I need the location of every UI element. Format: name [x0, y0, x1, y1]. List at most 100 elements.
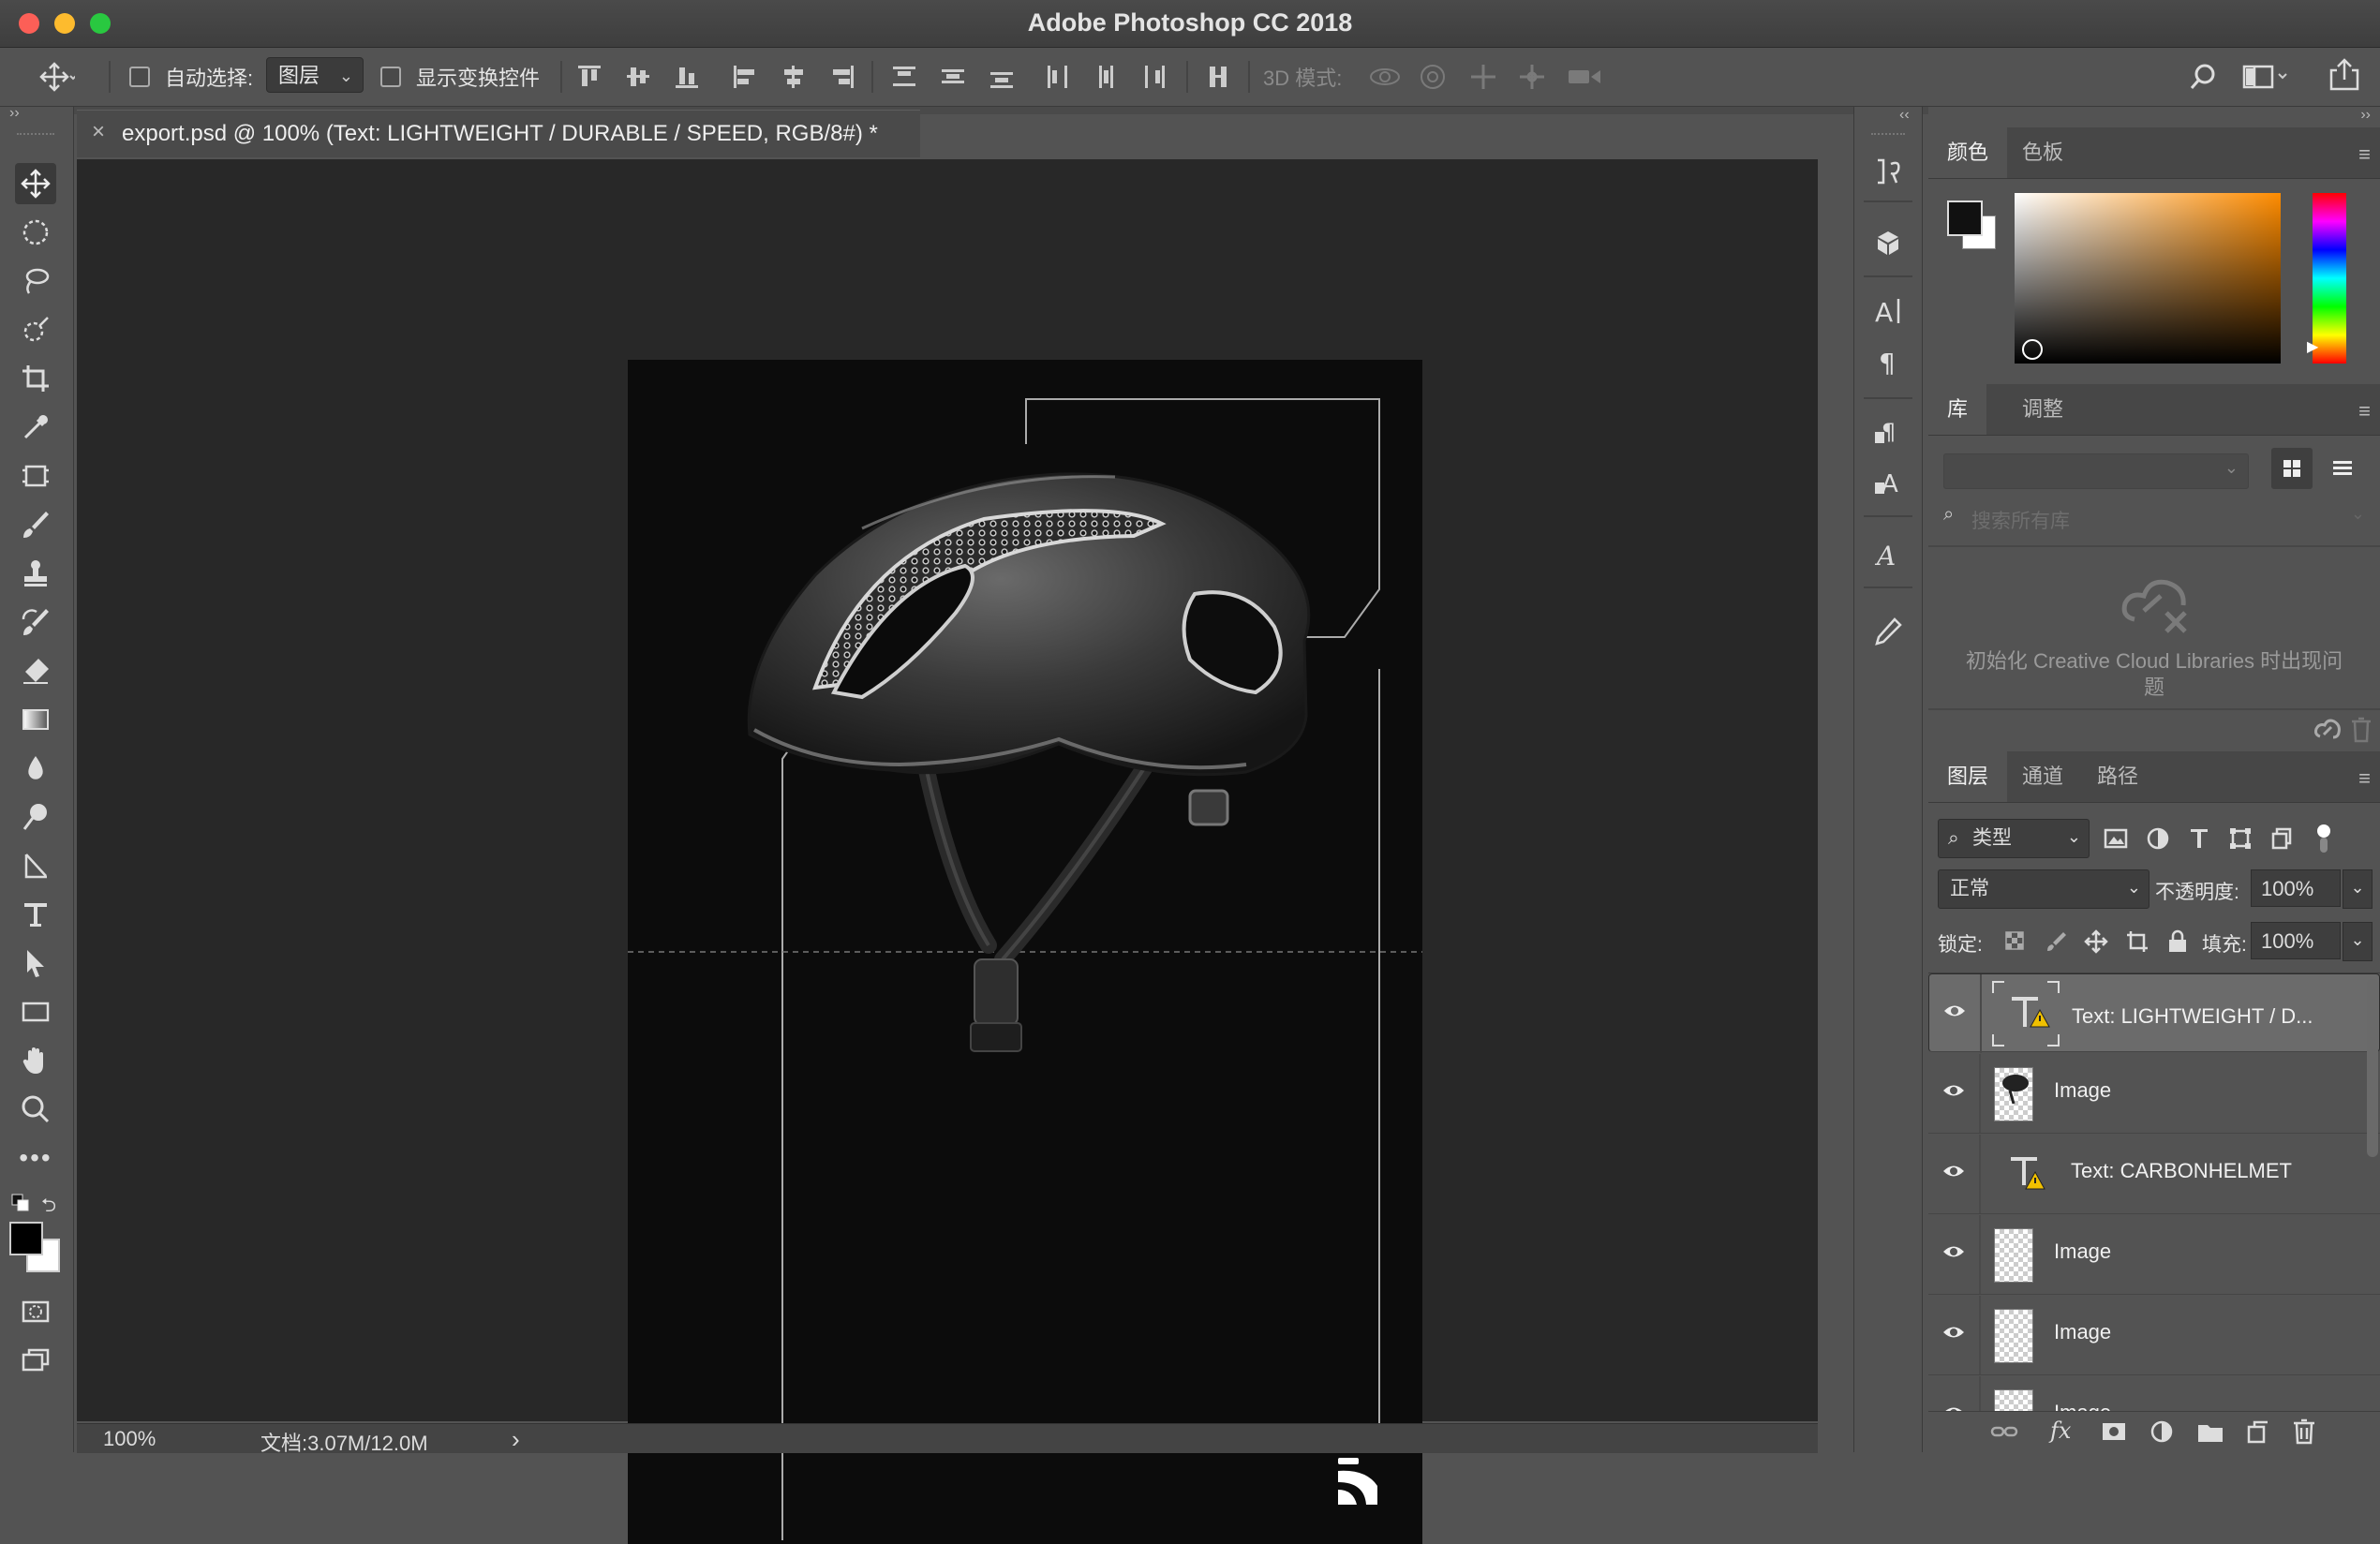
panel-menu-icon[interactable]: ≡	[2358, 399, 2371, 423]
3d-panel-icon[interactable]	[1867, 223, 1909, 264]
list-view-button[interactable]	[2322, 448, 2363, 489]
screen-mode-button[interactable]	[15, 1340, 56, 1381]
collapse-panels-icon[interactable]: ››	[2360, 107, 2371, 124]
3d-slide-icon[interactable]	[1516, 61, 1548, 93]
tab-channels[interactable]: 通道	[2003, 751, 2082, 802]
character-styles-icon[interactable]: A	[1867, 461, 1909, 502]
lasso-tool[interactable]	[15, 260, 56, 302]
opacity-slider-toggle[interactable]: ⌄	[2343, 869, 2373, 909]
ellipse-marquee-tool[interactable]	[15, 212, 56, 253]
gradient-tool[interactable]	[15, 699, 56, 740]
foreground-color-swatch[interactable]	[9, 1222, 43, 1255]
align-top-icon[interactable]	[573, 61, 605, 93]
align-hcenter-icon[interactable]	[778, 61, 810, 93]
filter-smart-object-icon[interactable]	[2269, 826, 2294, 851]
grid-view-button[interactable]	[2271, 448, 2313, 489]
layer-row[interactable]: Image	[1928, 1376, 2380, 1412]
auto-select-checkbox[interactable]	[129, 67, 150, 87]
paragraph-panel-icon[interactable]: ¶	[1867, 341, 1909, 382]
lock-artboard-icon[interactable]	[2125, 929, 2149, 954]
opacity-input[interactable]: 100%	[2251, 869, 2341, 907]
share-icon[interactable]	[2328, 57, 2361, 93]
3d-roll-icon[interactable]	[1417, 61, 1449, 93]
eye-icon[interactable]	[1942, 1002, 1967, 1019]
close-icon[interactable]: ×	[92, 119, 105, 145]
zoom-level[interactable]: 100%	[103, 1427, 156, 1451]
3d-pan-icon[interactable]	[1467, 61, 1499, 93]
filter-type-icon[interactable]	[2187, 826, 2211, 851]
sync-cloud-icon[interactable]	[2313, 716, 2343, 744]
hue-slider[interactable]: ▶	[2307, 193, 2346, 364]
eye-icon[interactable]	[1941, 1324, 1966, 1341]
clone-stamp-tool[interactable]	[15, 553, 56, 594]
tab-layers[interactable]: 图层	[1928, 751, 2008, 802]
align-vcenter-icon[interactable]	[622, 61, 654, 93]
quick-mask-button[interactable]	[15, 1291, 56, 1332]
layer-row[interactable]: Image	[1928, 1215, 2380, 1295]
frame-tool[interactable]	[15, 455, 56, 497]
fx-icon[interactable]: fx	[2050, 1418, 2071, 1444]
zoom-tool[interactable]	[15, 1089, 56, 1130]
layer-row[interactable]: Text: CARBONHELMET	[1928, 1135, 2380, 1214]
pen-tool[interactable]	[15, 845, 56, 886]
link-layers-icon[interactable]	[1990, 1421, 2018, 1442]
foreground-color-swatch[interactable]	[1947, 200, 1983, 236]
tab-adjustments[interactable]: 调整	[2003, 384, 2082, 435]
distribute-hcenter-icon[interactable]	[1091, 61, 1123, 93]
dodge-tool[interactable]	[15, 796, 56, 838]
panel-menu-icon[interactable]: ≡	[2358, 766, 2371, 791]
tab-libraries[interactable]: 库	[1928, 384, 1987, 435]
color-field[interactable]	[2015, 193, 2281, 364]
blur-tool[interactable]	[15, 748, 56, 789]
brush-tool[interactable]	[15, 504, 56, 545]
history-panel-icon[interactable]	[1867, 150, 1909, 191]
fill-input[interactable]: 100%	[2251, 922, 2341, 959]
character-panel-icon[interactable]: A	[1867, 290, 1909, 332]
lock-transparent-icon[interactable]	[2003, 929, 2028, 954]
align-right-icon[interactable]	[826, 61, 858, 93]
adjustment-layer-icon[interactable]	[2149, 1419, 2174, 1444]
layer-row[interactable]: Image	[1928, 1296, 2380, 1375]
new-layer-icon[interactable]	[2245, 1419, 2269, 1444]
library-dropdown[interactable]: ⌄	[1943, 453, 2249, 489]
collapse-toolbar-icon[interactable]: ››	[9, 105, 20, 122]
eye-icon[interactable]	[1941, 1163, 1966, 1180]
distribute-left-icon[interactable]	[1042, 61, 1074, 93]
move-icon[interactable]	[37, 61, 75, 93]
3d-orbit-icon[interactable]	[1366, 61, 1404, 93]
distribute-vcenter-icon[interactable]	[937, 61, 969, 93]
fill-slider-toggle[interactable]: ⌄	[2343, 922, 2373, 961]
layer-filter-dropdown[interactable]: ⌕ 类型 ⌄	[1938, 819, 2090, 858]
auto-select-dropdown[interactable]: 图层 ⌄	[266, 57, 364, 93]
align-left-icon[interactable]	[729, 61, 761, 93]
distribute-top-icon[interactable]	[888, 61, 920, 93]
tab-paths[interactable]: 路径	[2078, 751, 2157, 802]
panel-menu-icon[interactable]: ≡	[2358, 142, 2371, 167]
collapse-dock-icon[interactable]: ‹‹	[1899, 107, 1910, 124]
type-tool[interactable]	[15, 894, 56, 935]
add-mask-icon[interactable]	[2101, 1419, 2127, 1444]
filter-pixel-icon[interactable]	[2103, 826, 2129, 851]
eraser-tool[interactable]	[15, 650, 56, 691]
eye-icon[interactable]	[1941, 1243, 1966, 1260]
quick-select-tool[interactable]	[15, 309, 56, 350]
filter-shape-icon[interactable]	[2228, 826, 2253, 851]
path-select-tool[interactable]	[15, 943, 56, 984]
paragraph-styles-icon[interactable]: ¶	[1867, 410, 1909, 452]
lock-all-icon[interactable]	[2166, 929, 2189, 954]
document-tab[interactable]: × export.psd @ 100% (Text: LIGHTWEIGHT /…	[77, 110, 920, 157]
brush-settings-icon[interactable]	[1867, 611, 1909, 652]
delete-layer-icon[interactable]	[2292, 1418, 2316, 1446]
layers-scrollbar[interactable]	[2367, 979, 2378, 1157]
tab-swatches[interactable]: 色板	[2003, 127, 2082, 178]
layer-row[interactable]: Text: LIGHTWEIGHT / D...	[1928, 973, 2380, 1053]
tab-color[interactable]: 颜色	[1928, 127, 2008, 178]
more-tools[interactable]: •••	[15, 1137, 56, 1179]
move-tool[interactable]	[15, 163, 56, 204]
library-search[interactable]: ⌕ 搜索所有库 ⌄	[1943, 500, 2365, 534]
canvas-area[interactable]	[77, 159, 1818, 1544]
search-icon[interactable]	[2187, 61, 2219, 93]
distribute-right-icon[interactable]	[1139, 61, 1171, 93]
glyphs-panel-icon[interactable]: A	[1867, 534, 1909, 575]
eye-icon[interactable]	[1941, 1082, 1966, 1099]
